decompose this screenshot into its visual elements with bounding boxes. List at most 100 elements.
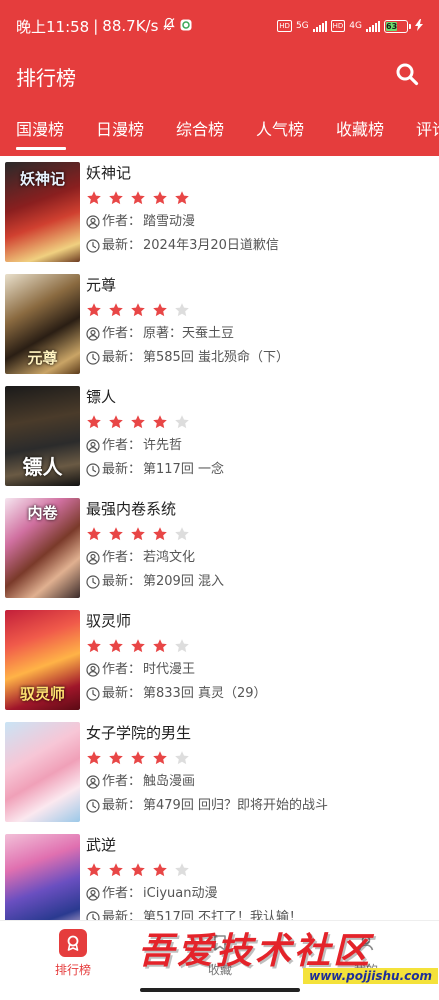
comic-author: 作者： 许先哲 <box>86 434 431 458</box>
signal-4g-icon <box>366 20 380 32</box>
cover-title: 驭灵师 <box>19 685 65 703</box>
star-filled-icon <box>153 863 167 877</box>
latest-label: 最新： <box>102 910 142 920</box>
author-name: 许先哲 <box>143 438 183 453</box>
user-icon <box>86 887 100 901</box>
star-empty-icon <box>175 639 189 653</box>
comic-title: 镖人 <box>86 388 117 406</box>
comic-author: 作者： iCiyuan动漫 <box>86 882 431 906</box>
battery-level: 63 <box>386 21 398 31</box>
latest-label: 最新： <box>102 686 142 701</box>
search-icon <box>395 62 419 90</box>
author-name: 触岛漫画 <box>143 774 196 789</box>
star-filled-icon <box>109 527 123 541</box>
watermark-text: 吾爱技术社区 <box>138 930 373 972</box>
author-name: 踏雪动漫 <box>143 214 196 229</box>
search-button[interactable] <box>391 60 423 92</box>
latest-chapter: 第209回 混入 <box>143 574 224 589</box>
rating-stars <box>86 746 431 770</box>
hd-icon: HD <box>277 20 292 32</box>
rating-stars <box>86 858 431 882</box>
author-name: 若鸿文化 <box>143 550 196 565</box>
clock-icon <box>86 463 100 477</box>
author-label: 作者： <box>102 886 142 901</box>
tab-guoman[interactable]: 国漫榜 <box>16 100 96 156</box>
ranking-tabs: 国漫榜 日漫榜 综合榜 人气榜 收藏榜 评论 <box>0 100 439 156</box>
author-label: 作者： <box>102 550 142 565</box>
tab-pinglun[interactable]: 评论 <box>416 100 439 156</box>
watermark-url: www.pojjishu.com <box>303 968 438 984</box>
comic-title: 妖神记 <box>86 164 132 182</box>
user-icon <box>86 439 100 453</box>
list-item[interactable]: 妖神记 妖神记 作者： 踏雪动漫 最新： 2024年3月20日道歉信 <box>0 156 439 268</box>
watermark: 吾爱技术社区 www.pojjishu.com <box>138 922 438 988</box>
list-item[interactable]: 镖人 镖人 作者： 许先哲 最新： 第117回 一念 <box>0 380 439 492</box>
mute-icon <box>162 17 176 35</box>
list-item[interactable]: 女子学院的男生 作者： 触岛漫画 最新： 第479回 回归？即将开始的战斗 <box>0 716 439 828</box>
star-filled-icon <box>87 191 101 205</box>
clock-icon <box>86 799 100 813</box>
comic-author: 作者： 踏雪动漫 <box>86 210 431 234</box>
star-filled-icon <box>109 303 123 317</box>
clock-icon <box>86 575 100 589</box>
status-time: 晚上11:58 <box>16 17 90 36</box>
author-label: 作者： <box>102 438 142 453</box>
star-empty-icon <box>175 751 189 765</box>
star-filled-icon <box>153 527 167 541</box>
signal-5g-icon <box>312 20 327 32</box>
rating-stars <box>86 298 431 322</box>
tab-zonghe[interactable]: 综合榜 <box>176 100 256 156</box>
comic-title: 最强内卷系统 <box>86 500 177 518</box>
comic-cover: 元尊 <box>5 274 80 374</box>
comic-title: 女子学院的男生 <box>86 724 192 742</box>
star-filled-icon <box>131 303 145 317</box>
star-empty-icon <box>175 415 189 429</box>
latest-label: 最新： <box>102 462 142 477</box>
ranking-icon <box>59 929 87 957</box>
star-filled-icon <box>175 191 189 205</box>
list-item[interactable]: 内卷 最强内卷系统 作者： 若鸿文化 最新： 第209回 混入 <box>0 492 439 604</box>
rating-stars <box>86 522 431 546</box>
status-speed: 88.7K/s <box>102 17 159 35</box>
comic-cover: 驭灵师 <box>5 610 80 710</box>
network-4g: 4G <box>349 21 362 31</box>
latest-label: 最新： <box>102 350 142 365</box>
latest-chapter: 第517回 不打了！我认输！ <box>143 910 302 920</box>
comic-latest: 最新： 第833回 真灵（29） <box>86 682 431 706</box>
star-filled-icon <box>131 191 145 205</box>
latest-label: 最新： <box>102 798 142 813</box>
charging-icon <box>415 18 423 34</box>
clock-icon <box>86 687 100 701</box>
author-label: 作者： <box>102 662 142 677</box>
comic-author: 作者： 时代漫王 <box>86 658 431 682</box>
star-filled-icon <box>87 751 101 765</box>
rating-stars <box>86 410 431 434</box>
tab-shoucang[interactable]: 收藏榜 <box>336 100 416 156</box>
user-icon <box>86 775 100 789</box>
author-label: 作者： <box>102 326 142 341</box>
rating-stars <box>86 186 431 210</box>
list-item[interactable]: 驭灵师 驭灵师 作者： 时代漫王 最新： 第833回 真灵（29） <box>0 604 439 716</box>
comic-cover: 镖人 <box>5 386 80 486</box>
tab-riman[interactable]: 日漫榜 <box>96 100 176 156</box>
nav-ranking[interactable]: 排行榜 <box>33 929 113 978</box>
star-filled-icon <box>153 751 167 765</box>
latest-chapter: 第833回 真灵（29） <box>143 686 267 701</box>
comic-cover <box>5 722 80 822</box>
star-filled-icon <box>131 751 145 765</box>
latest-label: 最新： <box>102 574 142 589</box>
latest-chapter: 第117回 一念 <box>143 462 224 477</box>
star-filled-icon <box>131 639 145 653</box>
list-item[interactable]: 武逆 作者： iCiyuan动漫 最新： 第517回 不打了！我认输！ <box>0 828 439 920</box>
star-filled-icon <box>109 639 123 653</box>
latest-chapter: 2024年3月20日道歉信 <box>143 238 279 253</box>
app-bar: 排行榜 <box>0 52 439 100</box>
comic-latest: 最新： 第517回 不打了！我认输！ <box>86 906 431 920</box>
star-filled-icon <box>87 863 101 877</box>
comic-cover: 内卷 <box>5 498 80 598</box>
list-item[interactable]: 元尊 元尊 作者： 原著：天蚕土豆 最新： 第585回 蚩北殒命（下） <box>0 268 439 380</box>
star-filled-icon <box>131 527 145 541</box>
author-label: 作者： <box>102 214 142 229</box>
tab-renqi[interactable]: 人气榜 <box>256 100 336 156</box>
latest-chapter: 第585回 蚩北殒命（下） <box>143 350 289 365</box>
